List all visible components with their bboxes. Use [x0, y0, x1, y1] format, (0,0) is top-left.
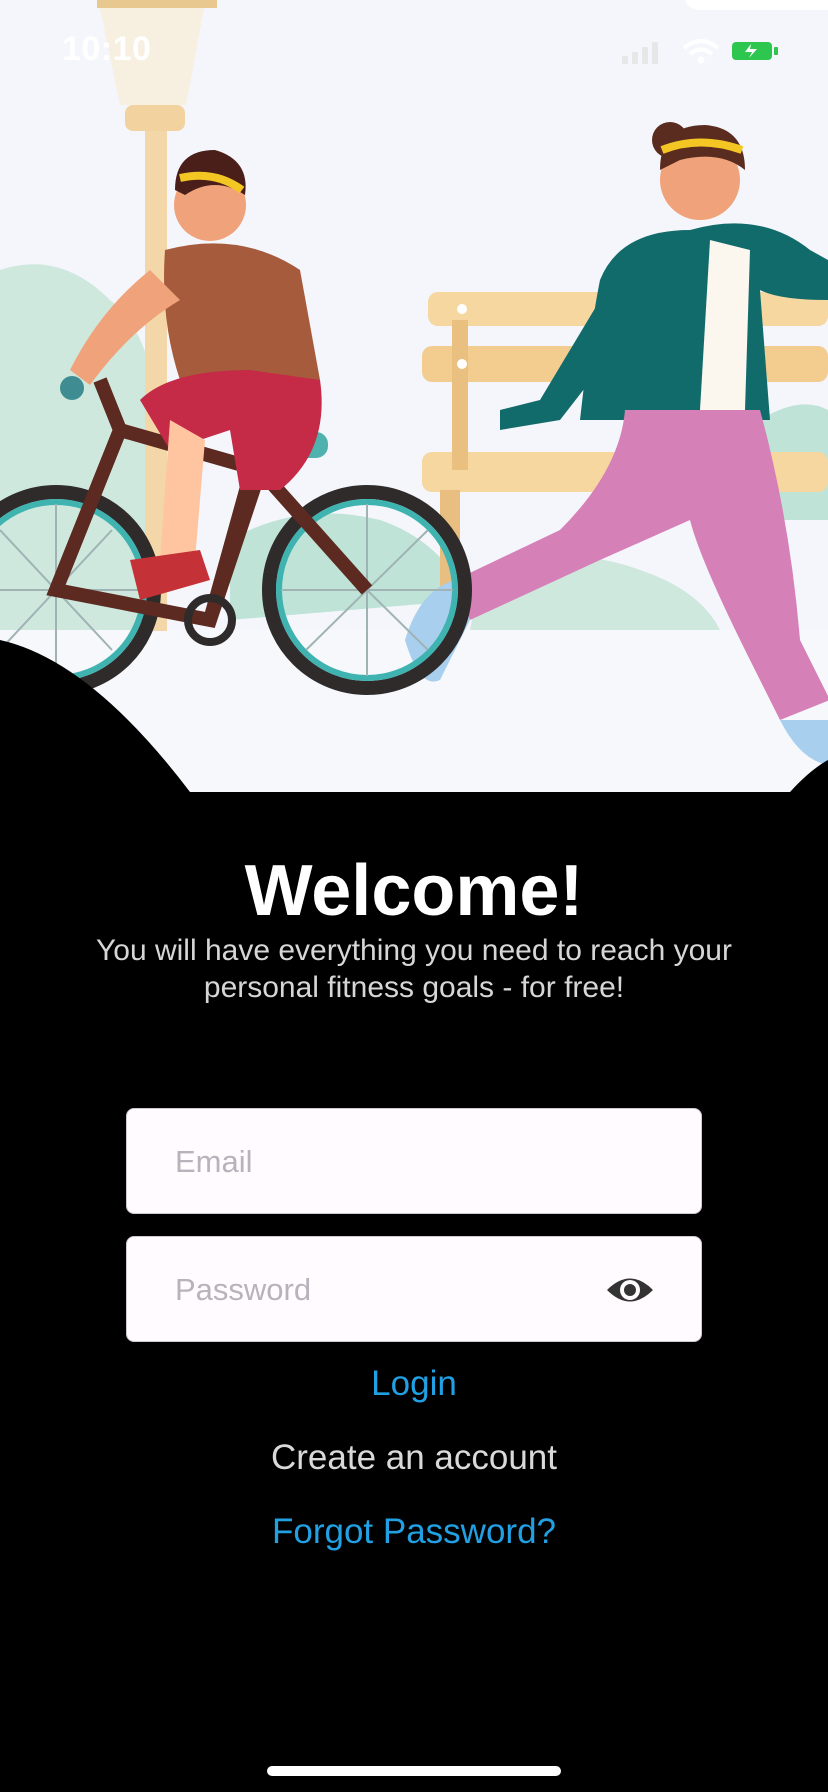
eye-icon[interactable] [605, 1269, 655, 1311]
welcome-title: Welcome! [244, 851, 584, 931]
create-account-button[interactable]: Create an account [0, 1438, 828, 1478]
welcome-subtitle: You will have everything you need to rea… [60, 932, 768, 1006]
wifi-icon [682, 39, 720, 64]
cellular-signal-icon [622, 42, 658, 64]
home-indicator[interactable] [267, 1766, 561, 1776]
subtitle-line-1: You will have everything you need to rea… [96, 934, 732, 967]
status-time: 10:10 [62, 30, 152, 68]
email-field-container [126, 1108, 702, 1215]
hero-illustration [0, 0, 828, 792]
forgot-password-link[interactable]: Forgot Password? [0, 1512, 828, 1552]
status-icons [622, 39, 778, 64]
password-field-container [126, 1236, 702, 1343]
battery-icon [732, 42, 778, 60]
subtitle-line-2: personal fitness goals - for free! [203, 971, 625, 1004]
email-input[interactable] [173, 1109, 597, 1215]
status-bar: 10:10 [0, 0, 828, 100]
park-illustration [0, 0, 828, 792]
password-input[interactable] [173, 1237, 597, 1343]
login-button[interactable]: Login [0, 1364, 828, 1404]
